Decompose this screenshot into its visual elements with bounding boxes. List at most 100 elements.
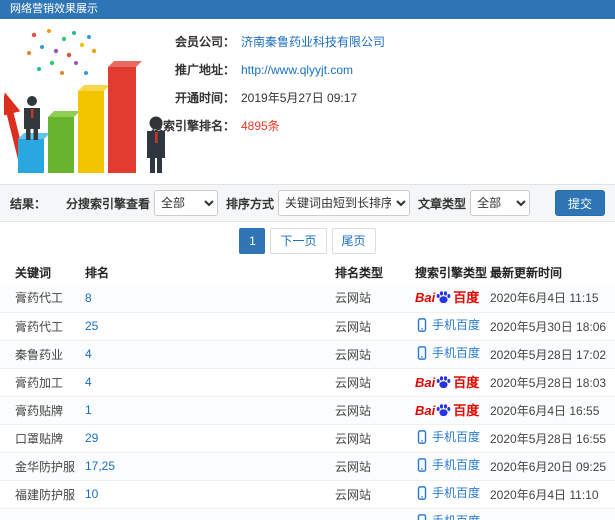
rank-cell <box>85 508 335 520</box>
engine-type-cell: 手机百度 <box>400 312 490 340</box>
article-type-select[interactable]: 全部 <box>470 190 531 216</box>
table-row: 膏药加工 4 云网站 Bai 百度 2020年5月28日 18:03 <box>0 368 615 396</box>
update-time-cell: 2020年5月30日 18:06 <box>490 319 607 334</box>
table-row: 口罩贴牌 29 云网站 手机百度 2020年5月28日 16:55 <box>0 424 615 452</box>
engine-filter-label: 分搜索引擎查看 <box>66 196 151 211</box>
promo-url-label: 推广地址： <box>174 63 235 77</box>
sort-label: 排序方式 <box>226 196 275 211</box>
article-type-label: 文章类型 <box>418 196 467 211</box>
baidu-logo: Bai 百度 <box>415 375 479 390</box>
rank-value-link[interactable]: 8 <box>85 291 92 305</box>
member-info: 会员公司： 济南秦鲁药业科技有限公司 推广地址： http://www.qlyyjt… <box>0 33 615 145</box>
rank-value-link[interactable]: 1 <box>85 403 92 417</box>
engine-type-cell: Bai 百度 <box>400 284 490 312</box>
table-row: 膏药代工 8 云网站 Bai 百度 2020年6月4日 11:15 <box>0 284 615 312</box>
keyword-cell: 膏药加工 <box>15 375 64 390</box>
header-rank-type: 排名类型 <box>335 265 384 280</box>
mobile-baidu-logo: 手机百度 <box>415 513 480 520</box>
engine-rank-label: 搜索引擎排名： <box>150 119 235 133</box>
keyword-cell: 膏药贴牌 <box>15 403 64 418</box>
engine-type-cell: 手机百度 <box>400 508 490 520</box>
mobile-phone-icon <box>417 513 427 520</box>
mobile-baidu-label: 手机百度 <box>432 429 481 444</box>
rank-cell: 17,25 <box>85 452 335 480</box>
header-engine-type: 搜索引擎类型 <box>415 265 488 280</box>
pagination: 1 下一页 尾页 <box>0 222 615 260</box>
table-body: 膏药代工 8 云网站 Bai 百度 2020年6月4日 11:15 膏药代工 25 云网站 手机百… <box>0 284 615 520</box>
baidu-logo: Bai 百度 <box>415 290 479 305</box>
rank-cell: 1 <box>85 396 335 424</box>
engine-filter-select[interactable]: 全部 <box>154 190 219 216</box>
baidu-paw-icon <box>436 403 451 416</box>
rank-value-link[interactable]: 17,25 <box>85 459 115 473</box>
mobile-baidu-label: 手机百度 <box>432 457 481 472</box>
rank-type-cell: 云网站 <box>335 375 372 390</box>
rank-value-link[interactable]: 4 <box>85 347 92 361</box>
engine-type-cell: 手机百度 <box>400 424 490 452</box>
update-time-cell <box>490 508 615 520</box>
table-row: 金华防护服 17,25 云网站 手机百度 2020年6月20日 09:25 <box>0 452 615 480</box>
mobile-phone-icon <box>417 317 427 332</box>
mobile-phone-icon <box>417 485 427 500</box>
window-titlebar: 网络营销效果展示 <box>0 0 615 19</box>
baidu-logo-cn: 百度 <box>453 290 480 306</box>
header-keyword: 关键词 <box>15 265 52 280</box>
rank-value-link[interactable]: 4 <box>85 375 92 389</box>
open-time-label: 开通时间： <box>174 91 235 105</box>
member-info-section: 会员公司： 济南秦鲁药业科技有限公司 推广地址： http://www.qlyyjt… <box>0 19 615 176</box>
update-time-cell: 2020年6月4日 16:55 <box>490 403 600 418</box>
rank-type-cell: 云网站 <box>335 347 372 362</box>
company-link[interactable]: 济南秦鲁药业科技有限公司 <box>241 35 385 49</box>
page-number-current[interactable]: 1 <box>239 228 266 254</box>
result-label: 结果： <box>10 196 47 211</box>
last-page-button[interactable]: 尾页 <box>331 228 376 254</box>
baidu-logo-text: Bai <box>415 402 436 418</box>
rank-cell: 4 <box>85 368 335 396</box>
mobile-baidu-label: 手机百度 <box>432 317 481 332</box>
company-label: 会员公司： <box>174 35 235 49</box>
mobile-phone-icon <box>417 457 427 472</box>
rank-type-cell: 云网站 <box>335 431 372 446</box>
keyword-cell: 口罩贴牌 <box>15 431 64 446</box>
rank-cell: 25 <box>85 312 335 340</box>
promo-url-link[interactable]: http://www.qlyyjt.com <box>241 63 353 77</box>
keyword-cell: 秦鲁药业 <box>15 347 64 362</box>
update-time-cell: 2020年5月28日 18:03 <box>490 375 607 390</box>
engine-type-cell: 手机百度 <box>400 480 490 508</box>
keyword-cell: 金华防护服 <box>15 459 76 474</box>
rank-type-cell: 云网站 <box>335 459 372 474</box>
rank-value-link[interactable]: 25 <box>85 319 98 333</box>
rank-type-cell: 云网站 <box>335 487 372 502</box>
rank-cell: 29 <box>85 424 335 452</box>
mobile-baidu-logo: 手机百度 <box>415 429 481 444</box>
rank-value-link[interactable]: 29 <box>85 431 98 445</box>
keyword-cell <box>0 508 85 520</box>
baidu-paw-icon <box>436 291 451 304</box>
baidu-logo: Bai 百度 <box>415 403 479 418</box>
engine-rank-count: 4895条 <box>241 119 280 133</box>
mobile-baidu-logo: 手机百度 <box>415 345 480 360</box>
rank-type-cell: 云网站 <box>335 291 372 306</box>
table-header: 关键词 排名 排名类型 搜索引擎类型 最新更新时间 <box>0 260 615 284</box>
rank-cell: 4 <box>85 340 335 368</box>
baidu-logo-text: Bai <box>415 290 436 306</box>
baidu-paw-icon <box>436 375 451 388</box>
rank-type-cell: 云网站 <box>335 403 372 418</box>
rank-type-cell <box>335 508 400 520</box>
keyword-cell: 膏药代工 <box>15 291 64 306</box>
update-time-cell: 2020年5月28日 16:55 <box>490 431 607 446</box>
mobile-baidu-label: 手机百度 <box>432 515 480 520</box>
mobile-phone-icon <box>417 429 427 444</box>
rank-value-link[interactable]: 10 <box>85 487 98 501</box>
mobile-baidu-label: 手机百度 <box>432 485 481 500</box>
keyword-cell: 福建防护服 <box>15 487 76 502</box>
engine-type-cell: Bai 百度 <box>400 396 490 424</box>
baidu-logo-cn: 百度 <box>453 402 480 418</box>
submit-button[interactable]: 提交 <box>554 190 605 216</box>
engine-rank-row: 搜索引擎排名： 4895条 <box>0 117 615 136</box>
sort-select[interactable]: 关键词由短到长排序 <box>278 190 411 216</box>
rank-cell: 8 <box>85 284 335 312</box>
filter-bar: 结果： 分搜索引擎查看 全部 排序方式 关键词由短到长排序 文章类型 全部 提交 <box>0 184 615 222</box>
next-page-button[interactable]: 下一页 <box>270 228 327 254</box>
table-header-row: 关键词 排名 排名类型 搜索引擎类型 最新更新时间 <box>0 260 615 284</box>
